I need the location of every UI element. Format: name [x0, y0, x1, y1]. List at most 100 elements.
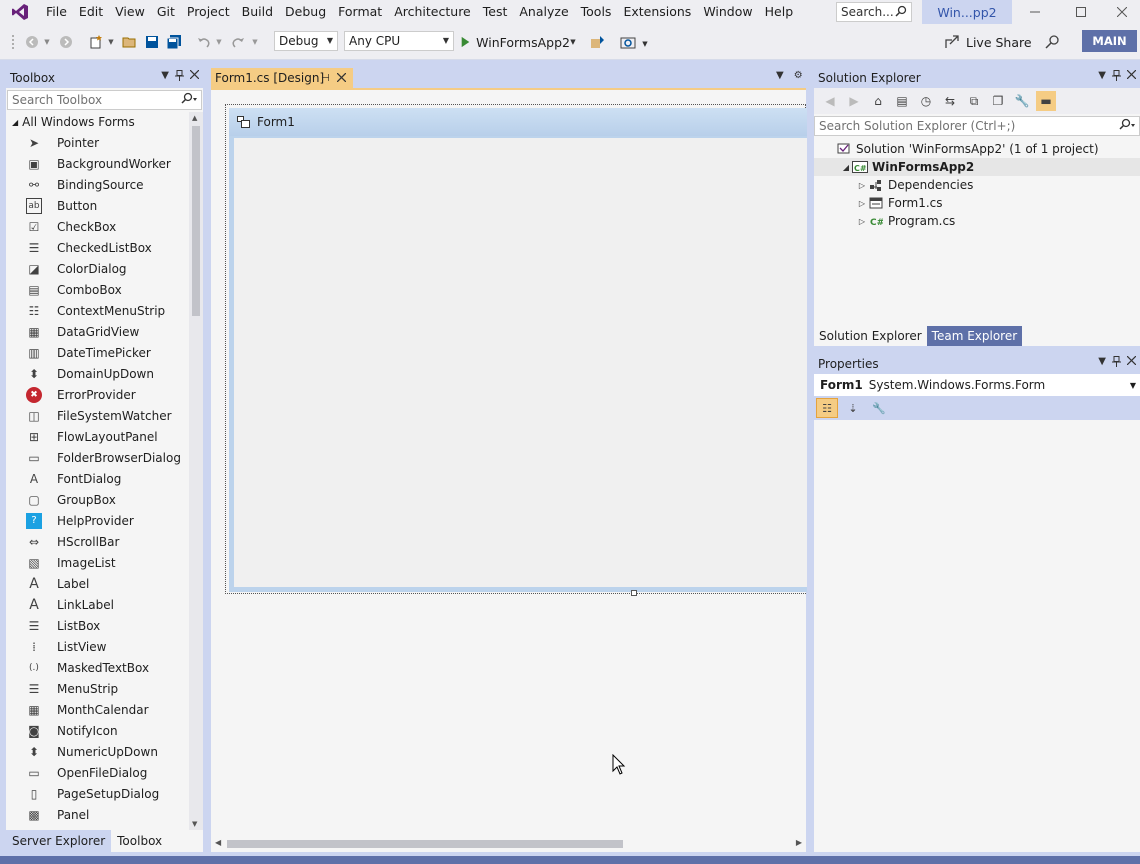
scroll-down-icon[interactable]: ▼ [192, 820, 197, 828]
maximize-button[interactable] [1058, 0, 1104, 24]
switch-views-icon[interactable]: ▤ [892, 91, 912, 111]
menu-debug[interactable]: Debug [279, 0, 332, 24]
tab-toolbox[interactable]: Toolbox [111, 830, 169, 852]
collapse-all-icon[interactable]: ⧉ [964, 91, 984, 111]
solution-platform-combo[interactable]: Any CPU ▼ [344, 31, 454, 51]
solution-explorer-search-input[interactable]: Search Solution Explorer (Ctrl+;) [814, 116, 1140, 136]
screenshot-camera-icon[interactable] [618, 31, 638, 53]
navigate-forward-icon[interactable] [56, 31, 76, 53]
save-icon[interactable] [142, 31, 162, 53]
toolbox-item-menustrip[interactable]: ☰ MenuStrip [6, 678, 189, 699]
tree-item-dependencies[interactable]: ▷ Dependencies [814, 176, 1140, 194]
menu-build[interactable]: Build [236, 0, 279, 24]
back-icon[interactable]: ◀ [820, 91, 840, 111]
toolbox-item-monthcalendar[interactable]: ▦ MonthCalendar [6, 699, 189, 720]
menu-file[interactable]: File [40, 0, 73, 24]
undo-icon[interactable] [194, 31, 214, 53]
expanded-triangle-icon[interactable]: ◢ [840, 163, 852, 172]
collapsed-triangle-icon[interactable]: ▷ [856, 199, 868, 208]
menu-window[interactable]: Window [697, 0, 758, 24]
save-all-icon[interactable] [164, 31, 184, 53]
toolbox-item-notifyicon[interactable]: ◙ NotifyIcon [6, 720, 189, 741]
toolbox-item-label[interactable]: A Label [6, 573, 189, 594]
toolbox-item-bindingsource[interactable]: ⚯ BindingSource [6, 174, 189, 195]
home-icon[interactable]: ⌂ [868, 91, 888, 111]
document-tab-form1-design[interactable]: Form1.cs [Design] ⊣ [211, 68, 353, 88]
pin-icon[interactable] [1112, 70, 1121, 84]
menu-extensions[interactable]: Extensions [617, 0, 697, 24]
toolbox-scrollbar[interactable]: ▲ ▼ [189, 112, 203, 830]
designer-surface[interactable]: Form1 ◀ ▶ [211, 88, 807, 852]
solution-configuration-combo[interactable]: Debug ▼ [274, 31, 338, 51]
scroll-right-icon[interactable]: ▶ [796, 838, 802, 847]
tab-team-explorer[interactable]: Team Explorer [926, 326, 1023, 346]
menu-project[interactable]: Project [181, 0, 236, 24]
property-pages-wrench-icon[interactable]: 🔧 [868, 398, 890, 418]
new-project-icon[interactable] [86, 31, 106, 53]
window-options-icon[interactable]: ▼ [1098, 356, 1106, 370]
tree-item-solution[interactable]: Solution 'WinFormsApp2' (1 of 1 project) [814, 140, 1140, 158]
start-debugging-button[interactable]: WinFormsApp2 [460, 31, 570, 53]
toolbox-item-filesystemwatcher[interactable]: ◫ FileSystemWatcher [6, 405, 189, 426]
toolbox-item-listview[interactable]: ⁞ ListView [6, 636, 189, 657]
toolbox-item-listbox[interactable]: ☰ ListBox [6, 615, 189, 636]
sync-with-active-document-icon[interactable]: ⇆ [940, 91, 960, 111]
redo-icon[interactable] [228, 31, 248, 53]
tab-list-dropdown-icon[interactable]: ▼ [776, 70, 784, 81]
close-icon[interactable] [1126, 69, 1137, 84]
toolbox-scrollbar-thumb[interactable] [192, 126, 200, 316]
toolbox-item-datetimepicker[interactable]: ▥ DateTimePicker [6, 342, 189, 363]
form1-title-bar[interactable]: Form1 [229, 108, 807, 136]
toolbox-item-helpprovider[interactable]: ? HelpProvider [6, 510, 189, 531]
toolbox-item-pointer[interactable]: ➤ Pointer [6, 132, 189, 153]
tab-solution-explorer[interactable]: Solution Explorer [814, 326, 927, 346]
close-tab-icon[interactable] [336, 71, 347, 85]
toolbox-item-groupbox[interactable]: ▢ GroupBox [6, 489, 189, 510]
global-search-input[interactable]: Search... [836, 2, 912, 22]
menu-git[interactable]: Git [151, 0, 181, 24]
toolbox-item-combobox[interactable]: ▤ ComboBox [6, 279, 189, 300]
designer-scrollbar-thumb[interactable] [227, 840, 623, 848]
forward-icon[interactable]: ▶ [844, 91, 864, 111]
toolbox-item-button[interactable]: ab Button [6, 195, 189, 216]
toolbox-item-fontdialog[interactable]: A FontDialog [6, 468, 189, 489]
toolbar-overflow-icon[interactable]: ▼ [640, 33, 650, 55]
menu-test[interactable]: Test [477, 0, 514, 24]
properties-wrench-icon[interactable]: 🔧 [1012, 91, 1032, 111]
toolbox-item-linklabel[interactable]: A LinkLabel [6, 594, 189, 615]
menu-architecture[interactable]: Architecture [388, 0, 477, 24]
hot-reload-icon[interactable] [588, 31, 608, 53]
toolbox-item-openfiledialog[interactable]: ▭ OpenFileDialog [6, 762, 189, 783]
toolbox-item-errorprovider[interactable]: ✖ ErrorProvider [6, 384, 189, 405]
preview-selected-items-icon[interactable]: ▬ [1036, 91, 1056, 111]
window-options-icon[interactable]: ▼ [1098, 70, 1106, 84]
branch-badge[interactable]: MAIN [1082, 30, 1137, 52]
designer-horizontal-scrollbar[interactable]: ◀ ▶ [211, 836, 806, 852]
toolbox-item-domainupdown[interactable]: ⬍ DomainUpDown [6, 363, 189, 384]
menu-edit[interactable]: Edit [73, 0, 109, 24]
back-dropdown-icon[interactable]: ▼ [42, 31, 52, 53]
menu-format[interactable]: Format [332, 0, 388, 24]
toolbox-item-backgroundworker[interactable]: ▣ BackgroundWorker [6, 153, 189, 174]
open-file-icon[interactable] [120, 31, 140, 53]
toolbox-item-hscrollbar[interactable]: ⇔ HScrollBar [6, 531, 189, 552]
form1-window[interactable]: Form1 [229, 108, 807, 592]
pin-icon[interactable] [175, 70, 184, 84]
toolbox-item-checkbox[interactable]: ☑ CheckBox [6, 216, 189, 237]
toolbox-item-contextmenustrip[interactable]: ☷ ContextMenuStrip [6, 300, 189, 321]
collapsed-triangle-icon[interactable]: ▷ [856, 217, 868, 226]
new-dropdown-icon[interactable]: ▼ [106, 31, 116, 53]
tree-item-winformsapp2[interactable]: ◢ C# WinFormsApp2 [814, 158, 1140, 176]
toolbox-item-imagelist[interactable]: ▧ ImageList [6, 552, 189, 573]
form-designer-selection[interactable]: Form1 [225, 104, 807, 596]
window-options-icon[interactable]: ▼ [161, 70, 169, 84]
toolbox-item-numericupdown[interactable]: ⬍ NumericUpDown [6, 741, 189, 762]
toolbox-item-checkedlistbox[interactable]: ☰ CheckedListBox [6, 237, 189, 258]
toolbox-item-datagridview[interactable]: ▦ DataGridView [6, 321, 189, 342]
run-target-dropdown-icon[interactable]: ▼ [568, 31, 578, 53]
collapsed-triangle-icon[interactable]: ▷ [856, 181, 868, 190]
tab-server-explorer[interactable]: Server Explorer [6, 830, 112, 852]
close-window-button[interactable] [1104, 0, 1140, 24]
pending-changes-filter-icon[interactable]: ◷ [916, 91, 936, 111]
menu-help[interactable]: Help [759, 0, 800, 24]
